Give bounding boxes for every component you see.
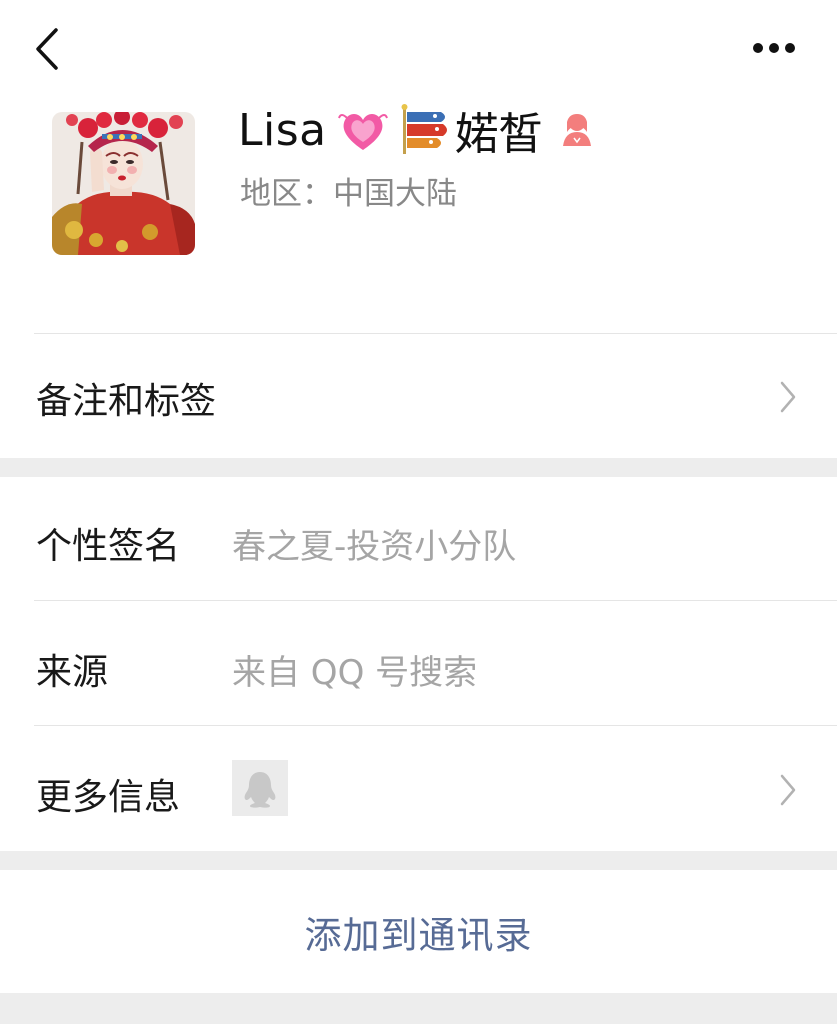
- qq-penguin-icon: [244, 772, 276, 808]
- chevron-right-icon: [780, 774, 796, 806]
- chevron-left-icon: [36, 28, 58, 70]
- growing-heart-emoji: [337, 114, 388, 150]
- more-dots-icon: [753, 43, 795, 53]
- profile-region: 地区：中国大陆: [240, 176, 457, 212]
- source-row: 来源 来自 QQ 号搜索: [0, 601, 837, 725]
- row-label: 更多信息: [36, 777, 181, 818]
- avatar-image: [52, 112, 195, 255]
- signature-value: 春之夏-投资小分队: [232, 527, 517, 567]
- profile-name-row: Lisa 婼皙: [238, 98, 595, 162]
- add-to-contacts-label: 添加到通讯录: [304, 913, 533, 957]
- more-info-row[interactable]: 更多信息: [0, 726, 837, 851]
- female-icon: [562, 114, 591, 146]
- contact-profile-page: Lisa 婼皙 地区：中国大陆 备注和标签 个性签名 春之夏-投资小分队 来源 …: [0, 0, 837, 1024]
- more-button[interactable]: [746, 30, 802, 66]
- add-to-contacts-button[interactable]: 添加到通讯录: [0, 870, 837, 993]
- avatar[interactable]: [52, 112, 195, 255]
- profile-name-suffix: 婼皙: [454, 109, 543, 160]
- chevron-right-icon: [780, 381, 796, 413]
- row-label: 个性签名: [36, 526, 181, 567]
- remarks-and-tags-row[interactable]: 备注和标签: [0, 334, 837, 458]
- signature-row: 个性签名 春之夏-投资小分队: [0, 477, 837, 601]
- row-label: 备注和标签: [36, 381, 217, 422]
- back-button[interactable]: [30, 26, 66, 72]
- row-label: 来源: [36, 652, 109, 693]
- qq-penguin-thumbnail: [232, 760, 288, 816]
- carp-streamer-emoji: [401, 104, 447, 154]
- source-value: 来自 QQ 号搜索: [232, 653, 478, 693]
- profile-name: Lisa: [238, 104, 327, 156]
